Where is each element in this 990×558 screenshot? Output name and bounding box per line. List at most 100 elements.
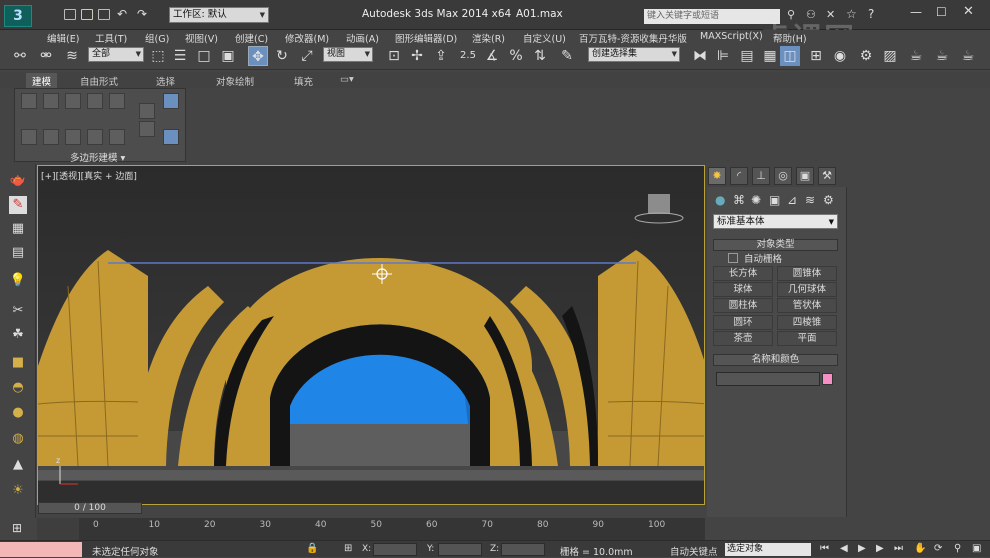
mini-curve-icon[interactable]: ⊞ bbox=[12, 521, 22, 535]
geosphere-button[interactable]: 几何球体 bbox=[777, 282, 837, 297]
grid-icon[interactable]: ▤ bbox=[9, 244, 27, 262]
material-editor-icon[interactable]: ◉ bbox=[830, 46, 850, 66]
viewport-label[interactable]: [+][透视][真实 + 边面] bbox=[41, 169, 137, 182]
zoom-icon[interactable]: ⚲ bbox=[954, 543, 961, 554]
stack-up-icon[interactable] bbox=[139, 121, 155, 137]
x-coord-field[interactable] bbox=[373, 543, 417, 556]
menu-maxscript[interactable]: MAXScript(X) bbox=[700, 31, 763, 42]
menu-help[interactable]: 帮助(H) bbox=[773, 31, 807, 45]
plane-button[interactable]: 平面 bbox=[777, 331, 837, 346]
menu-customize[interactable]: 自定义(U) bbox=[523, 31, 566, 45]
edge-mode-icon[interactable] bbox=[43, 93, 59, 109]
rectangle-selection-icon[interactable]: □ bbox=[194, 46, 214, 66]
snap-toggle-icon[interactable]: 2.5 bbox=[458, 46, 478, 66]
ribbon-panel-label[interactable]: 多边形建模 ▾ bbox=[70, 150, 125, 164]
lights-icon[interactable]: ✺ bbox=[751, 193, 761, 207]
cameras-icon[interactable]: ▣ bbox=[769, 193, 780, 207]
link-icon[interactable]: ⚯ bbox=[10, 46, 30, 66]
undo-icon[interactable]: ↶ bbox=[117, 7, 127, 21]
menu-tools[interactable]: 工具(T) bbox=[95, 31, 127, 45]
hemisphere-icon[interactable]: ◓ bbox=[9, 379, 27, 397]
tab-object-paint[interactable]: 对象绘制 bbox=[210, 73, 260, 88]
prev-frame-icon[interactable]: ◀ bbox=[840, 543, 848, 554]
pyramid-button[interactable]: 四棱锥 bbox=[777, 315, 837, 330]
primitive-type-dropdown[interactable]: 标准基本体 bbox=[713, 214, 838, 229]
sphere-button[interactable]: 球体 bbox=[713, 282, 773, 297]
light-icon[interactable]: 💡 bbox=[9, 272, 27, 290]
preserve-uv-icon[interactable] bbox=[65, 129, 81, 145]
menu-edit[interactable]: 编辑(E) bbox=[47, 31, 79, 45]
tab-modeling[interactable]: 建模 bbox=[26, 73, 58, 88]
select-by-name-icon[interactable]: ☰ bbox=[170, 46, 190, 66]
new-file-icon[interactable] bbox=[64, 9, 76, 20]
layer-manager-icon[interactable]: ▤ bbox=[737, 46, 757, 66]
name-color-header[interactable]: 名称和颜色 bbox=[713, 354, 838, 366]
workspace-dropdown[interactable]: 工作区: 默认 bbox=[169, 7, 269, 23]
maxscript-listener[interactable] bbox=[0, 542, 82, 557]
helpers-icon[interactable]: ⊿ bbox=[787, 193, 797, 207]
curve-editor-icon[interactable]: ◫ bbox=[780, 46, 800, 66]
timeline[interactable]: 0 / 100 0 10 20 30 40 50 60 70 80 90 100 bbox=[37, 502, 705, 540]
schematic-icon[interactable]: ⊞ bbox=[806, 46, 826, 66]
geometry-icon[interactable]: ● bbox=[715, 193, 725, 207]
edit-named-sel-icon[interactable]: ✎ bbox=[557, 46, 577, 66]
menu-plugin[interactable]: 百万瓦特-资源收集丹华版 bbox=[579, 31, 687, 45]
tube-button[interactable]: 管状体 bbox=[777, 298, 837, 313]
object-name-field[interactable] bbox=[716, 372, 820, 386]
border-mode-icon[interactable] bbox=[65, 93, 81, 109]
hierarchy-tab-icon[interactable]: ⊥ bbox=[752, 167, 770, 185]
menu-rendering[interactable]: 渲染(R) bbox=[472, 31, 505, 45]
keyboard-shortcut-icon[interactable]: ⇪ bbox=[431, 46, 451, 66]
time-slider[interactable]: 0 / 100 bbox=[38, 502, 142, 514]
calc-icon[interactable]: ▦ bbox=[9, 220, 27, 238]
render-teapot-icon[interactable]: ☕ bbox=[906, 46, 926, 66]
graphite-toggle-icon[interactable]: ▦ bbox=[760, 46, 780, 66]
menu-modifiers[interactable]: 修改器(M) bbox=[285, 31, 329, 45]
angle-snap-icon[interactable]: ∡ bbox=[482, 46, 502, 66]
selection-filter-dropdown[interactable]: 全部 bbox=[88, 47, 144, 62]
render-frame-icon[interactable]: ▨ bbox=[880, 46, 900, 66]
minimize-icon[interactable]: — bbox=[910, 5, 922, 19]
teapot-icon[interactable]: 🫖 bbox=[9, 172, 27, 190]
collapse-stack-icon[interactable] bbox=[21, 129, 37, 145]
sphere-icon[interactable]: ● bbox=[9, 404, 27, 422]
polygon-mode-icon[interactable] bbox=[87, 93, 103, 109]
box-primitive-icon[interactable]: ■ bbox=[9, 354, 27, 372]
ribbon-options-button[interactable]: ▭▾ bbox=[334, 73, 360, 88]
redo-icon[interactable]: ↷ bbox=[137, 7, 147, 21]
app-menu-button[interactable]: 3 bbox=[4, 5, 32, 27]
systems-icon[interactable]: ⚙ bbox=[823, 193, 834, 207]
help-icon[interactable]: ? bbox=[868, 7, 874, 21]
sun-icon[interactable]: ☀ bbox=[9, 482, 27, 500]
torus-button[interactable]: 圆环 bbox=[713, 315, 773, 330]
display-tab-icon[interactable]: ▣ bbox=[796, 167, 814, 185]
goto-start-icon[interactable]: ⏮ bbox=[820, 543, 829, 554]
z-coord-field[interactable] bbox=[501, 543, 545, 556]
auto-key-button[interactable]: 自动关键点 bbox=[670, 544, 718, 558]
select-manipulate-icon[interactable]: ✢ bbox=[407, 46, 427, 66]
spacewarps-icon[interactable]: ≋ bbox=[805, 193, 815, 207]
render-icon[interactable]: ☘ bbox=[9, 326, 27, 344]
perspective-viewport[interactable]: [+][透视][真实 + 边面] z bbox=[37, 165, 705, 505]
quick-slice-icon[interactable] bbox=[109, 129, 125, 145]
render-setup-icon[interactable]: ⚙ bbox=[856, 46, 876, 66]
cylinder-button[interactable]: 圆柱体 bbox=[713, 298, 773, 313]
teapot-button[interactable]: 茶壶 bbox=[713, 331, 773, 346]
render-iterative-icon[interactable]: ☕ bbox=[932, 46, 952, 66]
cone-button[interactable]: 圆锥体 bbox=[777, 266, 837, 281]
next-frame-icon[interactable]: ▶ bbox=[876, 543, 884, 554]
orbit-icon[interactable]: ⟳ bbox=[934, 543, 942, 554]
y-coord-field[interactable] bbox=[438, 543, 482, 556]
transform-mode-icon[interactable]: ⊞ bbox=[344, 543, 352, 554]
activeshade-icon[interactable]: ☕ bbox=[958, 46, 978, 66]
element-mode-icon[interactable] bbox=[109, 93, 125, 109]
object-color-swatch[interactable] bbox=[822, 373, 833, 385]
sketch-icon[interactable]: ✎ bbox=[9, 196, 27, 214]
scale-icon[interactable]: ⤢ bbox=[297, 46, 317, 66]
menu-graph-editors[interactable]: 图形编辑器(D) bbox=[395, 31, 457, 45]
box-button[interactable]: 长方体 bbox=[713, 266, 773, 281]
shapes-icon[interactable]: ⌘ bbox=[733, 193, 745, 207]
spinner-snap-icon[interactable]: ⇅ bbox=[530, 46, 550, 66]
pin-stack-icon[interactable] bbox=[163, 129, 179, 145]
scissors-icon[interactable]: ✂ bbox=[9, 302, 27, 320]
